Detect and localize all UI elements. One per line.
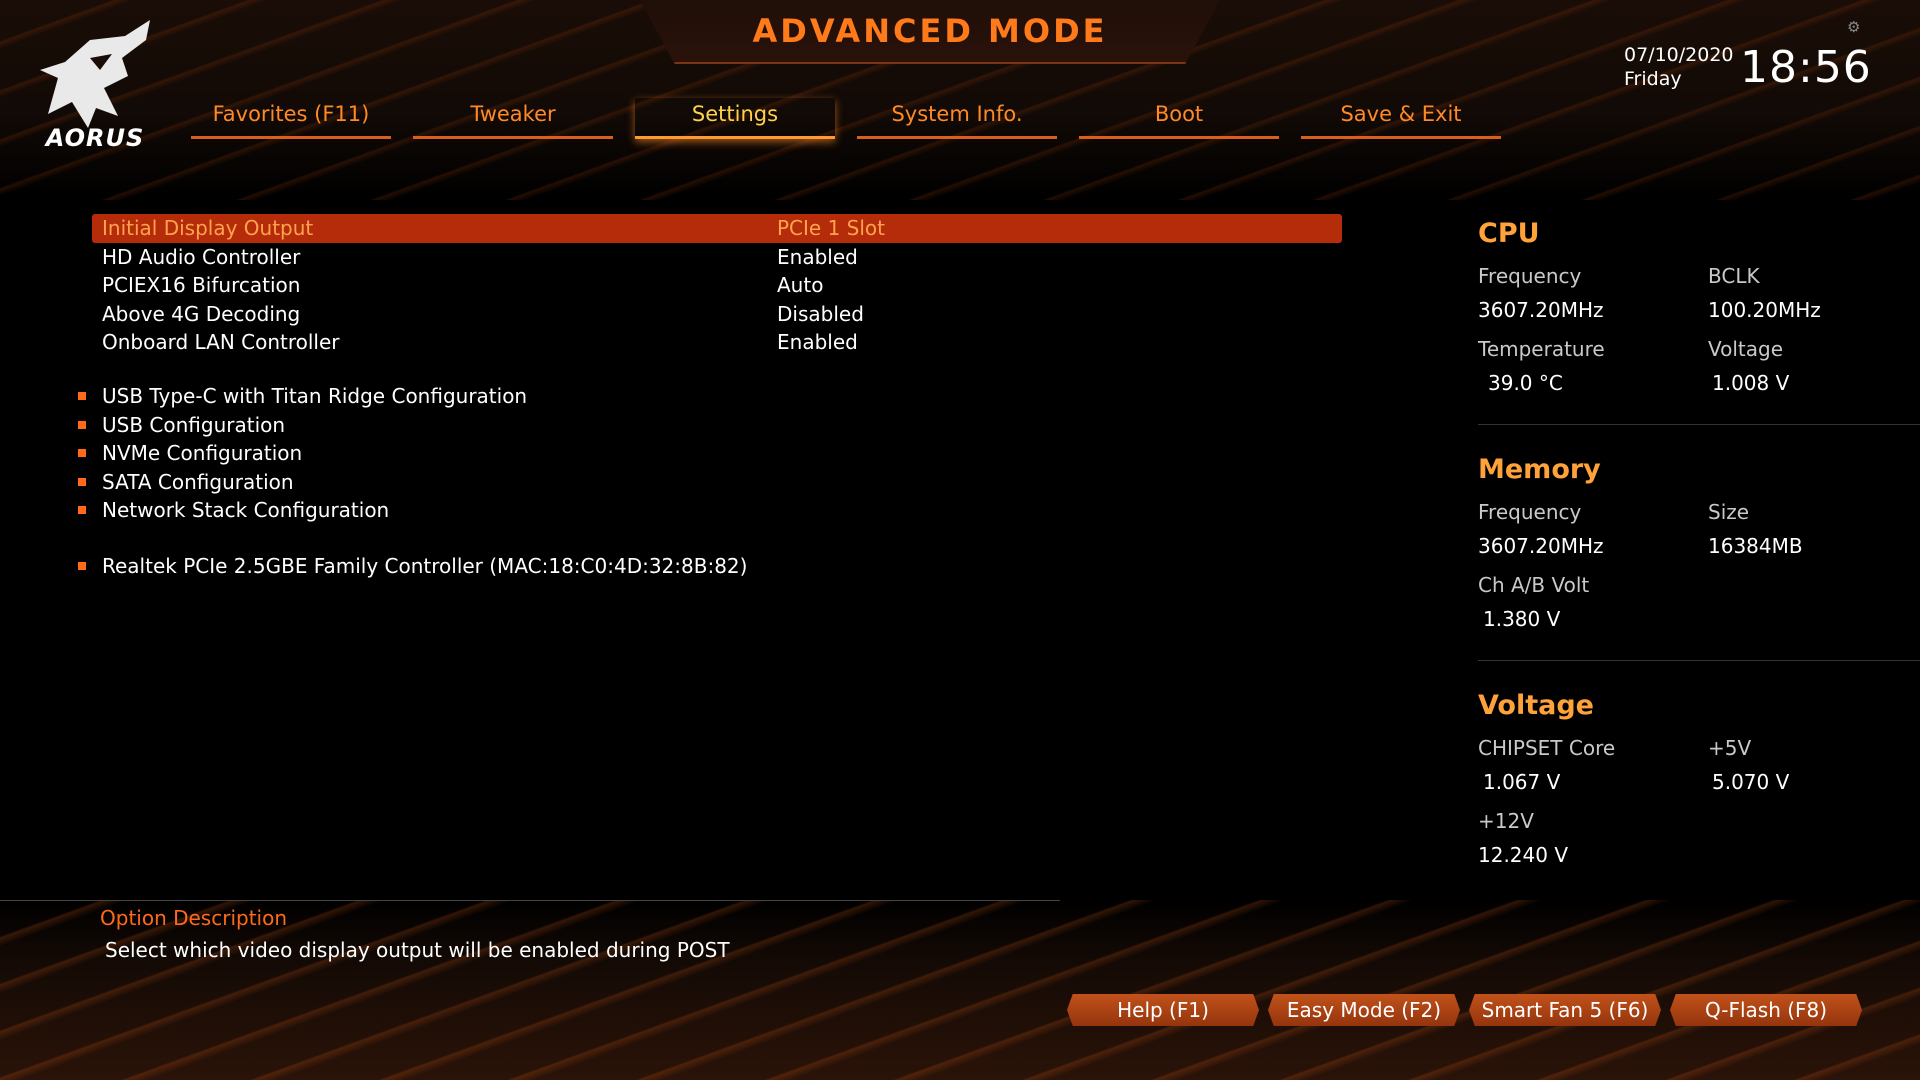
tab-label: Save & Exit — [1340, 102, 1462, 126]
setting-value[interactable]: Auto — [777, 273, 823, 297]
submenu-item-network-stack[interactable]: Network Stack Configuration — [76, 496, 976, 525]
submenu-label: Realtek PCIe 2.5GBE Family Controller (M… — [102, 554, 748, 578]
setting-value[interactable]: Disabled — [777, 302, 864, 326]
submenu-label: USB Type-C with Titan Ridge Configuratio… — [102, 384, 528, 408]
help-button-label: Help (F1) — [1117, 998, 1209, 1022]
date-display: 07/10/2020 — [1624, 44, 1734, 66]
tab-label: System Info. — [891, 102, 1023, 126]
submenu-label: SATA Configuration — [102, 469, 294, 494]
tab-label: Boot — [1154, 102, 1204, 126]
v12-label: +12V — [1478, 809, 1534, 833]
setting-label: Above 4G Decoding — [102, 301, 301, 326]
tab-label: Favorites (F11) — [212, 102, 370, 126]
setting-row-pciex16-bifurcation[interactable]: PCIEX16 Bifurcation Auto — [92, 271, 1342, 300]
setting-row-onboard-lan-controller[interactable]: Onboard LAN Controller Enabled — [92, 328, 1342, 357]
tab-tweaker[interactable]: Tweaker — [413, 98, 613, 139]
bullet-icon — [78, 562, 86, 570]
chipset-core-label: CHIPSET Core — [1478, 736, 1616, 760]
setting-value[interactable]: PCIe 1 Slot — [777, 216, 885, 240]
bullet-icon — [78, 506, 86, 514]
description-divider — [0, 900, 1060, 901]
footer-background — [0, 900, 1920, 1080]
help-button[interactable]: Help (F1) — [1067, 994, 1259, 1026]
submenu-item-usb-type-c[interactable]: USB Type-C with Titan Ridge Configuratio… — [76, 382, 976, 411]
submenu-item-sata[interactable]: SATA Configuration — [76, 468, 976, 497]
tab-boot[interactable]: Boot — [1079, 98, 1279, 139]
option-description-text: Select which video display output will b… — [105, 938, 730, 962]
setting-value[interactable]: Enabled — [777, 330, 858, 354]
panel-divider — [1478, 424, 1920, 425]
cpu-frequency-label: Frequency — [1478, 264, 1582, 288]
cpu-frequency-value: 3607.20MHz — [1478, 298, 1604, 322]
chipset-core-value: 1.067 V — [1483, 770, 1561, 794]
easy-mode-button-label: Easy Mode (F2) — [1286, 998, 1442, 1022]
memory-heading: Memory — [1478, 454, 1601, 485]
gear-icon[interactable]: ⚙ — [1847, 19, 1863, 35]
memory-frequency-label: Frequency — [1478, 500, 1582, 524]
bullet-icon — [78, 477, 86, 486]
q-flash-button[interactable]: Q-Flash (F8) — [1670, 994, 1862, 1026]
submenu-label: NVMe Configuration — [102, 441, 303, 465]
easy-mode-button[interactable]: Easy Mode (F2) — [1268, 994, 1460, 1026]
setting-row-initial-display-output[interactable]: Initial Display Output PCIe 1 Slot — [92, 214, 1342, 243]
setting-row-hd-audio-controller[interactable]: HD Audio Controller Enabled — [92, 243, 1342, 272]
tab-label: Tweaker — [470, 102, 556, 126]
tab-favorites[interactable]: Favorites (F11) — [191, 98, 391, 139]
smart-fan-button-label: Smart Fan 5 (F6) — [1481, 998, 1649, 1022]
setting-value[interactable]: Enabled — [777, 245, 858, 269]
tab-save-exit[interactable]: Save & Exit — [1301, 98, 1501, 139]
setting-label: HD Audio Controller — [102, 244, 301, 269]
cpu-voltage-value: 1.008 V — [1712, 371, 1790, 395]
cpu-voltage-label: Voltage — [1708, 337, 1784, 361]
brand-logo-text: AORUS — [45, 124, 145, 152]
cpu-bclk-label: BCLK — [1708, 264, 1760, 288]
memory-chvolt-label: Ch A/B Volt — [1478, 573, 1590, 597]
cpu-bclk-value: 100.20MHz — [1708, 298, 1821, 322]
setting-label: Onboard LAN Controller — [102, 330, 340, 354]
day-display: Friday — [1624, 68, 1682, 90]
memory-size-value: 16384MB — [1708, 534, 1803, 558]
settings-list: Initial Display Output PCIe 1 Slot HD Au… — [92, 214, 1342, 357]
setting-label: PCIEX16 Bifurcation — [102, 273, 301, 297]
submenu-item-usb[interactable]: USB Configuration — [76, 411, 976, 440]
panel-divider — [1478, 660, 1920, 661]
bullet-icon — [78, 392, 86, 400]
tab-settings[interactable]: Settings — [635, 98, 835, 139]
bullet-icon — [78, 420, 86, 429]
v12-value: 12.240 V — [1478, 843, 1569, 867]
smart-fan-button[interactable]: Smart Fan 5 (F6) — [1469, 994, 1661, 1026]
bullet-icon — [78, 449, 86, 457]
v5-label: +5V — [1708, 736, 1752, 760]
page-title: ADVANCED MODE — [752, 12, 1108, 50]
clock-display: 18:56 — [1740, 42, 1872, 93]
voltage-heading: Voltage — [1478, 690, 1594, 721]
submenu-item-nvme[interactable]: NVMe Configuration — [76, 439, 976, 468]
v5-value: 5.070 V — [1712, 770, 1790, 794]
submenu-list: USB Type-C with Titan Ridge Configuratio… — [76, 382, 976, 525]
submenu-item-realtek-controller[interactable]: Realtek PCIe 2.5GBE Family Controller (M… — [76, 552, 976, 581]
cpu-temperature-label: Temperature — [1478, 337, 1605, 361]
cpu-heading: CPU — [1478, 218, 1540, 249]
network-device-list: Realtek PCIe 2.5GBE Family Controller (M… — [76, 552, 976, 581]
setting-label: Initial Display Output — [102, 216, 314, 240]
cpu-temperature-value: 39.0 °C — [1488, 371, 1563, 395]
memory-frequency-value: 3607.20MHz — [1478, 534, 1604, 558]
q-flash-button-label: Q-Flash (F8) — [1704, 998, 1828, 1022]
memory-chvolt-value: 1.380 V — [1483, 607, 1561, 631]
submenu-label: Network Stack Configuration — [102, 498, 390, 522]
tab-label: Settings — [691, 102, 779, 126]
memory-size-label: Size — [1708, 500, 1750, 524]
submenu-label: USB Configuration — [102, 412, 286, 437]
tab-system-info[interactable]: System Info. — [857, 98, 1057, 139]
option-description-title: Option Description — [100, 906, 288, 930]
setting-row-above-4g-decoding[interactable]: Above 4G Decoding Disabled — [92, 300, 1342, 329]
